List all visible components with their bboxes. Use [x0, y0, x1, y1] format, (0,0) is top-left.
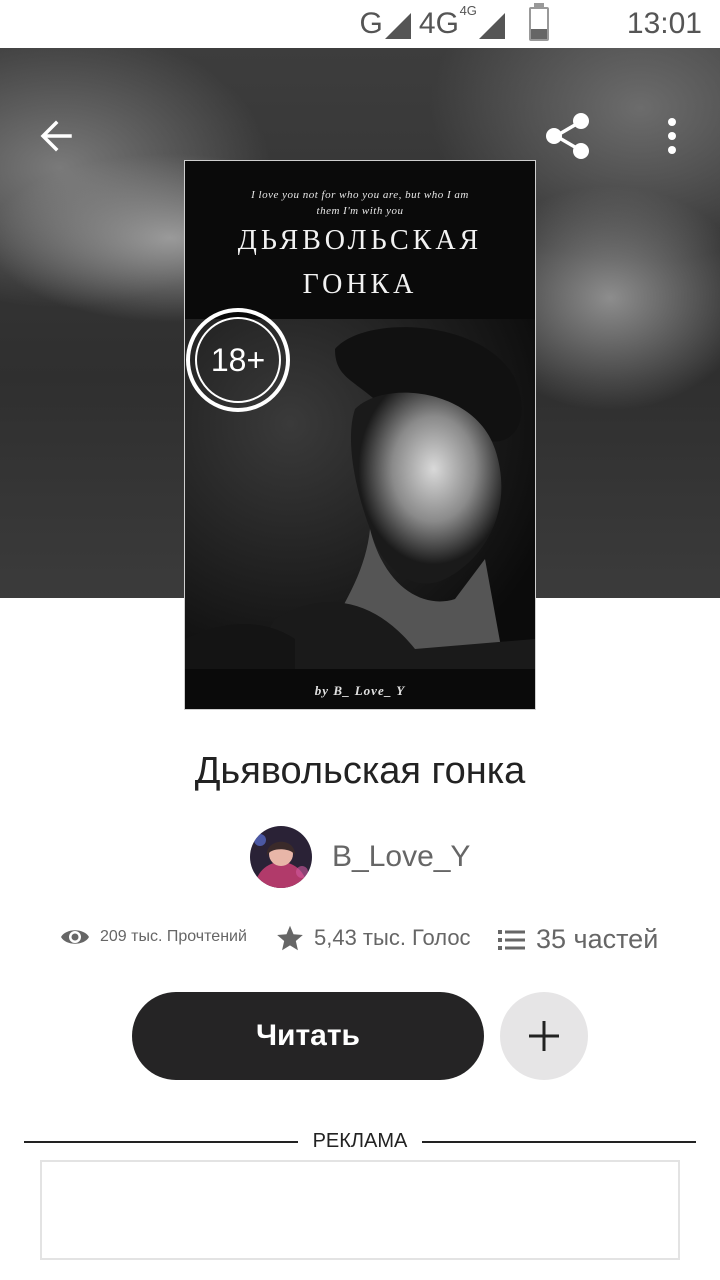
- plus-icon: [529, 1021, 559, 1051]
- reads-count: 209 тыс. Прочтений: [100, 928, 247, 945]
- more-options-button[interactable]: [640, 104, 704, 168]
- network-type-g: G: [359, 7, 383, 40]
- parts-stat[interactable]: 35 частей: [498, 924, 658, 955]
- votes-count: 5,43 тыс. Голос: [314, 925, 471, 950]
- share-icon: [546, 113, 589, 159]
- back-button[interactable]: [24, 104, 88, 168]
- status-bar: G 4G 4G 13:01: [0, 0, 720, 48]
- cover-byline: by B_ Love_ Y: [314, 683, 406, 698]
- status-time: 13:01: [626, 7, 702, 40]
- author-name[interactable]: B_Love_Y: [332, 840, 470, 874]
- network-type-4g-small: 4G: [459, 3, 477, 18]
- signal-icon-2: [478, 13, 505, 39]
- eye-icon: [61, 930, 89, 944]
- ad-divider: РЕКЛАМА: [24, 1130, 696, 1154]
- reads-stat: 209 тыс. Прочтений: [60, 926, 247, 948]
- network-type-4g: 4G 4G: [418, 3, 477, 40]
- story-title: Дьявольская гонка: [194, 750, 526, 792]
- ad-container[interactable]: [40, 1160, 680, 1260]
- age-rating-badge: 18+: [186, 308, 290, 412]
- avatar[interactable]: [250, 826, 312, 888]
- more-vertical-icon: [668, 118, 676, 154]
- divider-line: [422, 1141, 696, 1143]
- arrow-left-icon: [40, 120, 72, 152]
- signal-icon: [384, 13, 411, 39]
- cover-title: ДЬЯВОЛЬСКАЯ ГОНКА: [237, 225, 483, 300]
- story-stats: 209 тыс. Прочтений 5,43 тыс. Голос 35 ча…: [0, 922, 720, 966]
- cover-quote: I love you not for who you are, but who …: [251, 189, 469, 217]
- star-icon: [277, 925, 303, 951]
- battery-icon: [528, 3, 549, 41]
- book-cover[interactable]: I love you not for who you are, but who …: [184, 160, 536, 710]
- author-link[interactable]: B_Love_Y: [250, 826, 470, 888]
- parts-count: 35 частей: [536, 924, 659, 954]
- votes-stat: 5,43 тыс. Голос: [276, 924, 471, 952]
- read-button[interactable]: Читать: [132, 992, 484, 1080]
- share-button[interactable]: [536, 104, 600, 168]
- add-to-library-button[interactable]: [500, 992, 588, 1080]
- list-icon: [498, 929, 525, 950]
